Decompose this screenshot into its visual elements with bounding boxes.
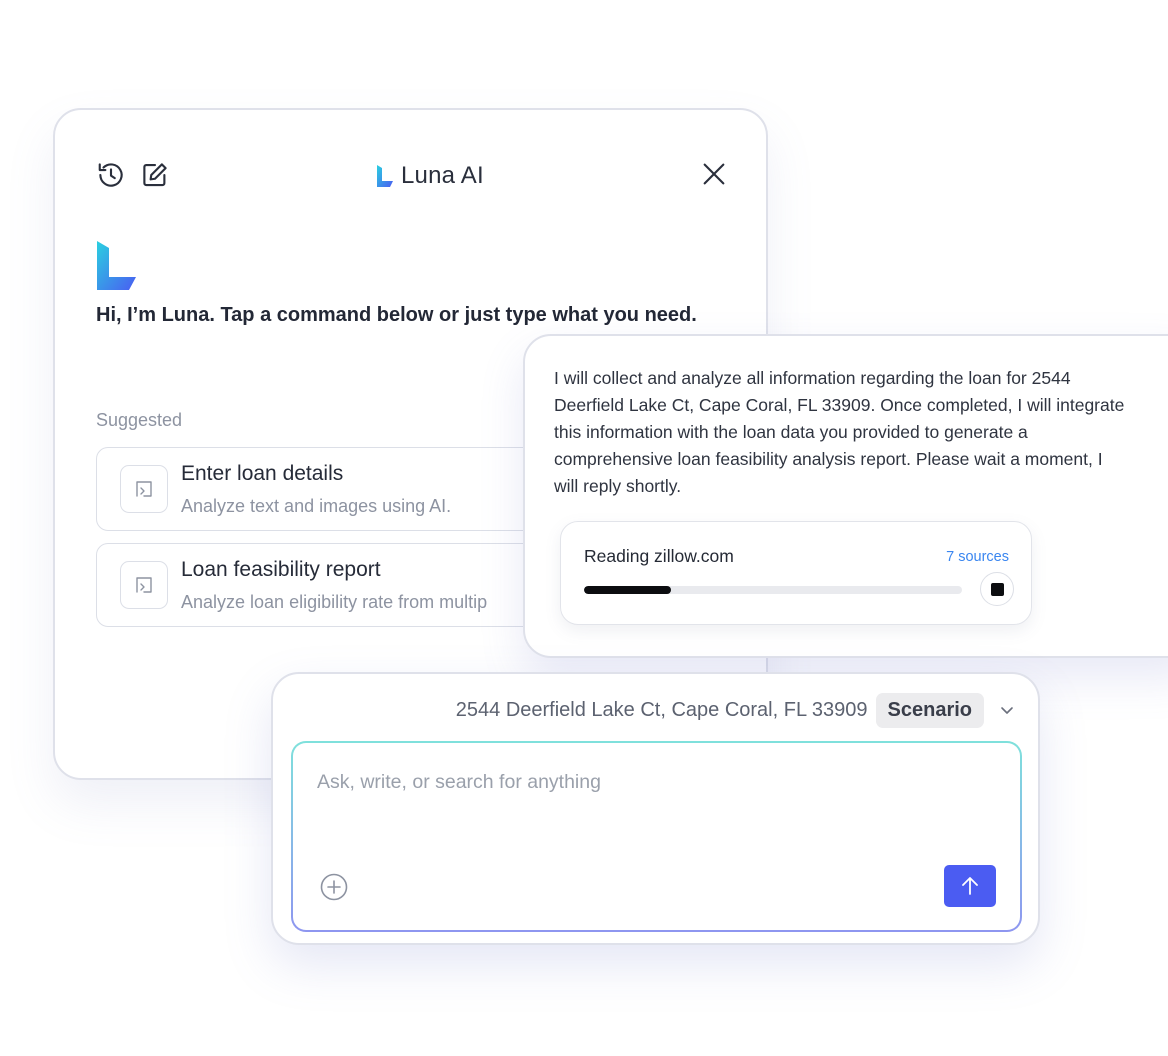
command-icon — [120, 465, 168, 513]
close-icon[interactable] — [698, 158, 730, 190]
stop-icon — [990, 582, 1004, 596]
suggested-label: Suggested — [96, 410, 183, 430]
panel-title: Luna AI — [375, 159, 484, 193]
stop-button[interactable] — [980, 572, 1014, 606]
suggestion-description: Analyze text and images using AI. — [181, 496, 452, 516]
suggestion-title: Loan feasibility report — [181, 558, 381, 581]
scenario-chip[interactable]: Scenario — [875, 692, 984, 728]
greeting-text: Hi, I’m Luna. Tap a command below or jus… — [96, 304, 697, 326]
progress-bar — [584, 586, 962, 594]
edit-icon[interactable] — [140, 160, 170, 190]
property-address: 2544 Deerfield Lake Ct, Cape Coral, FL 3… — [455, 698, 868, 721]
sources-link[interactable]: 7 sources — [946, 549, 1009, 565]
plus-circle-icon[interactable] — [319, 872, 349, 902]
prompt-input[interactable] — [317, 771, 977, 794]
progress-fill — [584, 586, 671, 594]
reading-progress-card: Reading zillow.com 7 sources — [560, 521, 1032, 625]
suggestion-description: Analyze loan eligibility rate from multi… — [181, 592, 488, 612]
context-selector[interactable]: 2544 Deerfield Lake Ct, Cape Coral, FL 3… — [456, 690, 1018, 730]
history-icon[interactable] — [96, 160, 126, 190]
luna-logo-icon — [377, 165, 393, 187]
chevron-down-icon[interactable] — [996, 699, 1018, 721]
command-icon — [120, 561, 168, 609]
reading-status: Reading zillow.com — [584, 546, 734, 566]
response-message: I will collect and analyze all informati… — [554, 368, 1125, 496]
panel-title-text: Luna AI — [401, 162, 484, 189]
arrow-up-icon — [962, 877, 978, 895]
suggestion-title: Enter loan details — [181, 462, 344, 485]
prompt-box — [291, 741, 1022, 932]
composer: 2544 Deerfield Lake Ct, Cape Coral, FL 3… — [271, 672, 1040, 945]
ai-response-card: I will collect and analyze all informati… — [523, 334, 1168, 658]
send-button[interactable] — [944, 865, 996, 907]
luna-logo-icon — [96, 240, 138, 297]
